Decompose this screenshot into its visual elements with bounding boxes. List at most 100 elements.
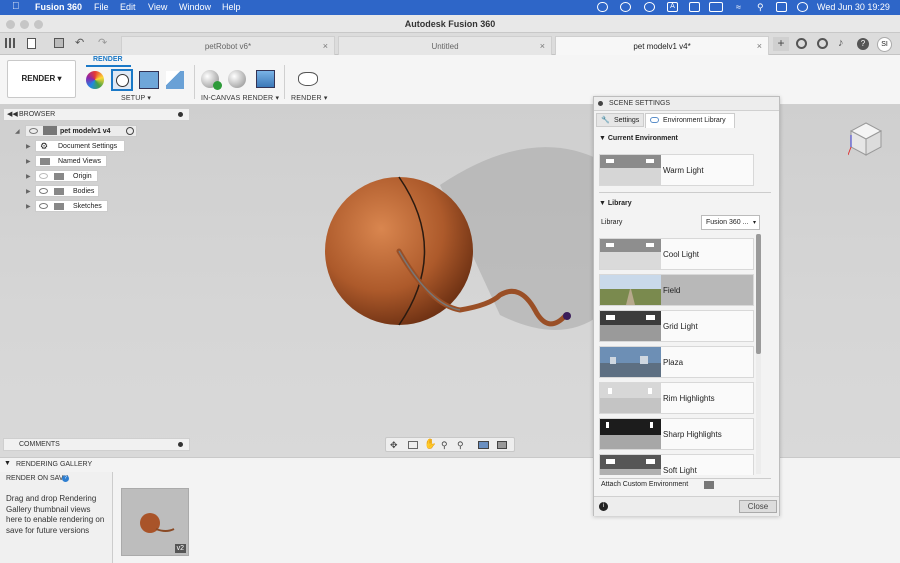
menu-edit[interactable]: Edit: [120, 2, 136, 12]
attach-custom-environment[interactable]: Attach Custom Environment: [601, 481, 688, 488]
incanvas-settings-icon[interactable]: [228, 70, 246, 88]
expand-icon[interactable]: ▶: [26, 188, 31, 195]
tree-item-document-settings[interactable]: ⚙ Document Settings: [35, 140, 125, 152]
menu-file[interactable]: File: [94, 2, 109, 12]
control-center-icon[interactable]: [776, 2, 787, 12]
workspace-switcher[interactable]: RENDER ▾: [7, 60, 76, 98]
browser-panel-header[interactable]: ◀◀ BROWSER: [3, 108, 190, 121]
texture-map-icon[interactable]: [166, 71, 184, 89]
close-icon[interactable]: ×: [540, 41, 545, 51]
avatar[interactable]: SI: [877, 37, 892, 52]
current-environment-heading[interactable]: ▼ Current Environment: [599, 135, 678, 142]
menu-view[interactable]: View: [148, 2, 167, 12]
library-heading[interactable]: ▼ Library: [599, 200, 632, 207]
close-icon[interactable]: ×: [757, 41, 762, 51]
tab-petrobot[interactable]: petRobot v6* ×: [121, 36, 335, 55]
display-settings-icon[interactable]: [478, 441, 489, 449]
environment-item[interactable]: Grid Light: [599, 310, 754, 342]
status-icon[interactable]: [620, 2, 631, 12]
look-at-icon[interactable]: [408, 441, 418, 449]
scrollbar-thumb[interactable]: [756, 234, 761, 354]
capture-image-icon[interactable]: [256, 70, 275, 88]
gallery-thumbnail[interactable]: v2: [121, 488, 189, 556]
info-icon[interactable]: ?: [62, 475, 69, 482]
pan-icon[interactable]: ✋: [424, 439, 436, 450]
eye-icon[interactable]: [39, 203, 48, 209]
tab-pet-model[interactable]: pet modelv1 v4* ×: [555, 36, 769, 55]
environment-item[interactable]: Field: [599, 274, 754, 306]
expand-icon[interactable]: ▶: [26, 173, 31, 180]
notifications-icon[interactable]: ♪: [838, 37, 844, 49]
eye-icon[interactable]: [29, 128, 38, 134]
scene-settings-icon[interactable]: [111, 69, 133, 91]
collapse-icon[interactable]: [598, 101, 603, 106]
info-icon[interactable]: i: [599, 502, 608, 511]
tree-item-sketches[interactable]: Sketches: [35, 200, 108, 212]
comments-panel-header[interactable]: COMMENTS: [3, 438, 190, 451]
app-menu[interactable]: Fusion 360: [35, 2, 82, 12]
keyboard-icon[interactable]: [689, 2, 700, 12]
pin-icon[interactable]: [178, 112, 183, 117]
tab-settings[interactable]: 🔧 Settings: [596, 113, 644, 127]
collapse-icon[interactable]: ◀◀: [7, 110, 18, 118]
eye-icon[interactable]: [39, 173, 48, 179]
environment-item[interactable]: Cool Light: [599, 238, 754, 270]
expand-icon[interactable]: ▶: [26, 203, 31, 210]
environment-item[interactable]: Soft Light: [599, 454, 754, 475]
setup-group-label[interactable]: SETUP ▾: [121, 94, 151, 102]
battery-icon[interactable]: [709, 2, 723, 12]
redo-icon[interactable]: ↷: [98, 36, 107, 49]
incanvas-render-icon[interactable]: [201, 70, 222, 90]
help-icon[interactable]: ?: [857, 38, 869, 50]
library-select[interactable]: Fusion 360 ... ▾: [701, 215, 760, 230]
current-environment[interactable]: Warm Light: [599, 154, 754, 186]
zoom-icon[interactable]: ⚲: [441, 440, 448, 451]
collapse-icon[interactable]: ▼: [4, 460, 11, 467]
apple-icon[interactable]: : [12, 1, 20, 12]
tree-item-bodies[interactable]: Bodies: [35, 185, 99, 197]
expand-icon[interactable]: ▶: [26, 158, 31, 165]
job-status-icon[interactable]: [817, 38, 828, 49]
grid-icon[interactable]: [5, 38, 15, 48]
menu-window[interactable]: Window: [179, 2, 211, 12]
incanvas-group-label[interactable]: IN-CANVAS RENDER ▾: [201, 94, 279, 102]
expand-icon[interactable]: ▶: [26, 143, 31, 150]
environment-scrollbar[interactable]: [756, 234, 761, 474]
environment-item[interactable]: Rim Highlights: [599, 382, 754, 414]
close-button[interactable]: Close: [739, 500, 777, 513]
tab-environment-library[interactable]: Environment Library: [645, 113, 735, 128]
orbit-icon[interactable]: ✥: [390, 440, 398, 451]
undo-icon[interactable]: ↶: [75, 36, 84, 49]
scene-settings-header[interactable]: SCENE SETTINGS: [594, 97, 779, 111]
radio-icon[interactable]: [126, 127, 134, 135]
tree-item-named-views[interactable]: Named Views: [35, 155, 107, 167]
environment-item[interactable]: Plaza: [599, 346, 754, 378]
tree-item-origin[interactable]: Origin: [35, 170, 98, 182]
extensions-icon[interactable]: [796, 38, 807, 49]
tree-root[interactable]: pet modelv1 v4: [25, 125, 137, 137]
decal-icon[interactable]: [139, 71, 159, 89]
input-source-icon[interactable]: A: [667, 2, 678, 12]
expand-icon[interactable]: ◢: [15, 128, 20, 135]
cloud-icon[interactable]: [597, 2, 608, 12]
new-tab-button[interactable]: +: [773, 37, 789, 51]
fit-icon[interactable]: ⚲: [457, 440, 464, 451]
siri-icon[interactable]: [797, 2, 808, 12]
spotlight-icon[interactable]: ⚲: [757, 2, 764, 13]
close-icon[interactable]: ×: [323, 41, 328, 51]
teapot-render-icon[interactable]: [298, 72, 318, 86]
environment-item[interactable]: Sharp Highlights: [599, 418, 754, 450]
grid-settings-icon[interactable]: [497, 441, 507, 449]
appearance-icon[interactable]: [86, 71, 104, 89]
wifi-icon[interactable]: ≈: [736, 2, 741, 12]
clock[interactable]: Wed Jun 30 19:29: [817, 2, 890, 12]
menu-help[interactable]: Help: [222, 2, 241, 12]
view-cube[interactable]: [847, 119, 884, 159]
tab-untitled[interactable]: Untitled ×: [338, 36, 552, 55]
render-group-label[interactable]: RENDER ▾: [291, 94, 328, 102]
sync-icon[interactable]: [644, 2, 655, 12]
folder-icon[interactable]: [704, 481, 714, 489]
pin-icon[interactable]: [178, 442, 183, 447]
tab-render[interactable]: RENDER: [93, 56, 123, 63]
save-icon[interactable]: [54, 38, 64, 48]
